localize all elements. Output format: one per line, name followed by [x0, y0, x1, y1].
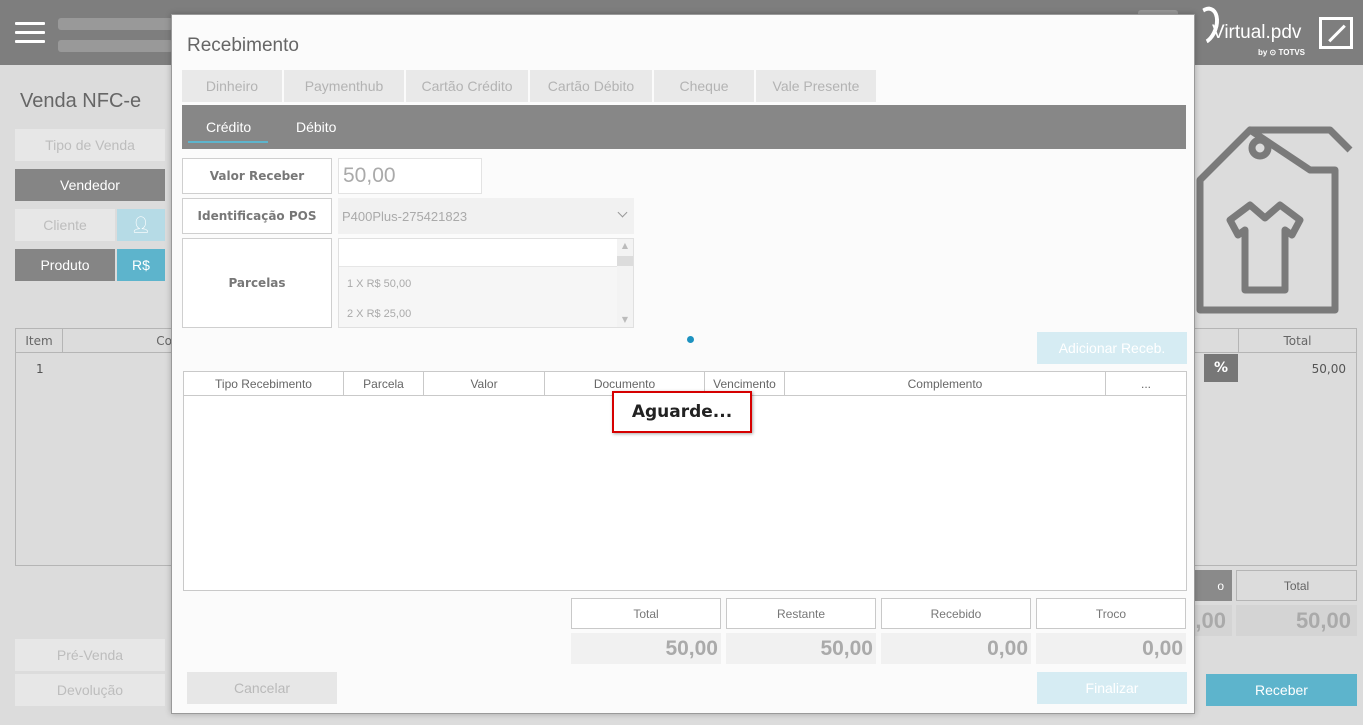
tab-cartao-debito[interactable]: Cartão Débito — [530, 70, 652, 102]
tab-dinheiro[interactable]: Dinheiro — [182, 70, 282, 102]
sub-tab-bar: Crédito Débito — [182, 105, 1186, 149]
summary-total-label: Total — [571, 598, 721, 629]
blurred-store-info — [58, 40, 173, 52]
parcelas-label: Parcelas — [182, 238, 332, 328]
page-title: Venda NFC-e — [20, 90, 142, 112]
pre-venda-button[interactable]: Pré-Venda — [15, 639, 165, 671]
items-col-item: Item — [16, 329, 63, 352]
parcelas-search-field[interactable] — [339, 239, 617, 267]
tipo-venda-button[interactable]: Tipo de Venda — [15, 129, 165, 161]
identificacao-pos-select[interactable]: P400Plus-275421823 — [338, 198, 634, 234]
col-tipo-recebimento: Tipo Recebimento — [184, 372, 344, 396]
parcela-option-1[interactable]: 1 X R$ 50,00 — [347, 278, 411, 290]
summary-troco-value: 0,00 — [1036, 633, 1186, 664]
col-parcela: Parcela — [344, 372, 424, 396]
cliente-button[interactable]: Cliente — [15, 209, 115, 241]
devolucao-button[interactable]: Devolução — [15, 674, 165, 706]
recebimento-dialog: Recebimento Dinheiro Paymenthub Cartão C… — [171, 14, 1195, 714]
dialog-title: Recebimento — [187, 35, 299, 56]
col-complemento: Complemento — [785, 372, 1106, 396]
receber-button[interactable]: Receber — [1206, 674, 1357, 706]
cancelar-button[interactable]: Cancelar — [187, 672, 337, 704]
currency-button[interactable]: R$ — [117, 249, 165, 281]
subtab-credito[interactable]: Crédito — [206, 119, 251, 135]
item-number: 1 — [36, 362, 44, 376]
loading-spinner-icon — [687, 336, 694, 343]
summary-restante-value: 50,00 — [726, 633, 876, 664]
right-col-total: Total — [1283, 333, 1312, 348]
app-logo-byline: by ⊙ TOTVS — [1258, 48, 1306, 57]
tab-cheque[interactable]: Cheque — [654, 70, 754, 102]
summary-restante-label: Restante — [726, 598, 876, 629]
bg-total-value: 50,00 — [1236, 605, 1357, 636]
right-row-total: 50,00 — [1311, 362, 1346, 376]
bg-total-value-partial: ,00 — [1194, 605, 1232, 636]
active-subtab-indicator — [188, 141, 268, 143]
add-client-icon[interactable]: 👤︎ — [117, 209, 165, 241]
scroll-down-icon[interactable]: ▼ — [617, 313, 633, 327]
adicionar-receb-button[interactable]: Adicionar Receb. — [1037, 332, 1187, 364]
scroll-thumb[interactable] — [617, 256, 633, 266]
scroll-up-icon[interactable]: ▲ — [617, 239, 633, 253]
product-tag-icon — [1196, 126, 1353, 314]
summary-troco-label: Troco — [1036, 598, 1186, 629]
bg-total-label: Total — [1236, 570, 1357, 601]
loading-message: Aguarde... — [612, 391, 752, 433]
expand-window-icon[interactable] — [1319, 17, 1353, 49]
vendedor-button[interactable]: Vendedor — [15, 169, 165, 201]
identificacao-pos-label: Identificação POS — [182, 198, 332, 234]
parcelas-scrollbar[interactable]: ▲ ▼ — [617, 239, 633, 327]
col-more[interactable]: ... — [1106, 372, 1186, 396]
summary-recebido-value: 0,00 — [881, 633, 1031, 664]
items-table: Item Co 1 — [15, 328, 175, 566]
tab-paymenthub[interactable]: Paymenthub — [284, 70, 404, 102]
tab-cartao-credito[interactable]: Cartão Crédito — [406, 70, 528, 102]
blurred-store-name — [58, 18, 173, 30]
hamburger-menu-icon[interactable] — [15, 22, 45, 44]
col-valor: Valor — [424, 372, 545, 396]
items-col-code: Co — [156, 333, 172, 348]
parcela-option-2[interactable]: 2 X R$ 25,00 — [347, 308, 411, 320]
identificacao-pos-value: P400Plus-275421823 — [342, 208, 468, 224]
summary-total-value: 50,00 — [571, 633, 721, 664]
tab-vale-presente[interactable]: Vale Presente — [756, 70, 876, 102]
finalizar-button[interactable]: Finalizar — [1037, 672, 1187, 704]
summary-recebido-label: Recebido — [881, 598, 1031, 629]
percent-icon[interactable]: % — [1204, 354, 1238, 382]
produto-button[interactable]: Produto — [15, 249, 115, 281]
valor-receber-label: Valor Receber — [182, 158, 332, 194]
valor-receber-input[interactable]: 50,00 — [338, 158, 482, 194]
bg-total-label-partial: o — [1194, 570, 1232, 601]
subtab-debito[interactable]: Débito — [296, 119, 336, 135]
app-logo: Virtual.pdv — [1212, 22, 1302, 43]
chevron-down-icon — [617, 207, 628, 218]
parcelas-list[interactable]: 1 X R$ 50,00 2 X R$ 25,00 ▲ ▼ — [338, 238, 634, 328]
